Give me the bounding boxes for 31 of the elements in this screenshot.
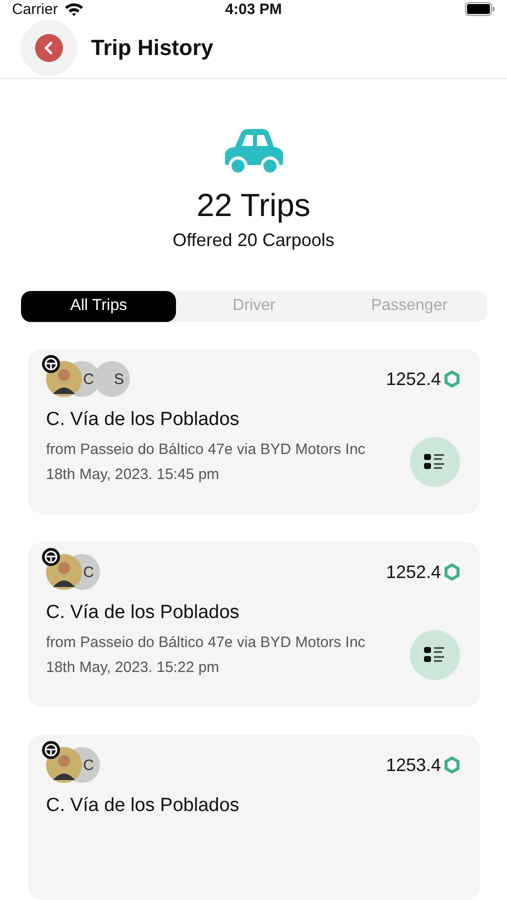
battery-icon (465, 2, 495, 16)
destination-title: C. Vía de los Poblados (46, 795, 240, 817)
trip-card[interactable]: C 1253.4 C. Vía de los Poblados (28, 735, 480, 900)
trip-card[interactable]: C S 1252.4 C. Vía de los Poblados from Passeio do Báltico 47e via BYD Motors Inc 18th May, 2023. 15:45 pm (28, 349, 480, 514)
trip-amount: 1252.4 (386, 368, 441, 390)
trip-amount: 1252.4 (386, 562, 441, 582)
trip-date: 18th May, 2023. 15:22 pm (46, 659, 220, 676)
trip-amount: 1253.4 (386, 754, 441, 776)
back-icon (35, 34, 63, 62)
carrier-label: Carrier (12, 0, 58, 18)
details-button[interactable] (410, 630, 460, 680)
hexagon-icon (444, 563, 460, 581)
trip-count: 22 Trips (196, 186, 310, 224)
destination-title: C. Vía de los Poblados (46, 409, 240, 431)
steering-wheel-icon (42, 741, 60, 759)
clock-time: 4:03 PM (225, 0, 282, 18)
route-text: from Passeio do Báltico 47e via BYD Motors Inc (46, 634, 366, 651)
route-text: from Passeio do Báltico 47e via BYD Motors Inc (46, 441, 366, 458)
hexagon-icon (444, 370, 460, 388)
steering-wheel-icon (42, 355, 60, 373)
details-button[interactable] (410, 437, 460, 487)
hexagon-icon (444, 756, 460, 774)
passenger-avatar: S (94, 361, 130, 397)
carpool-count: Offered 20 Carpools (172, 230, 334, 251)
page-title: Trip History (91, 35, 214, 62)
trip-card[interactable]: C 1252.4 C. Vía de los Poblados from Passeio do Báltico 47e via BYD Motors Inc 18th May, 2023. 15:22 pm (28, 542, 480, 707)
destination-title: C. Vía de los Poblados (46, 602, 240, 624)
trip-date: 18th May, 2023. 15:45 pm (46, 466, 220, 483)
filter-tab[interactable]: All Trips (21, 290, 176, 322)
wifi-icon (64, 2, 84, 17)
steering-wheel-icon (42, 548, 60, 566)
